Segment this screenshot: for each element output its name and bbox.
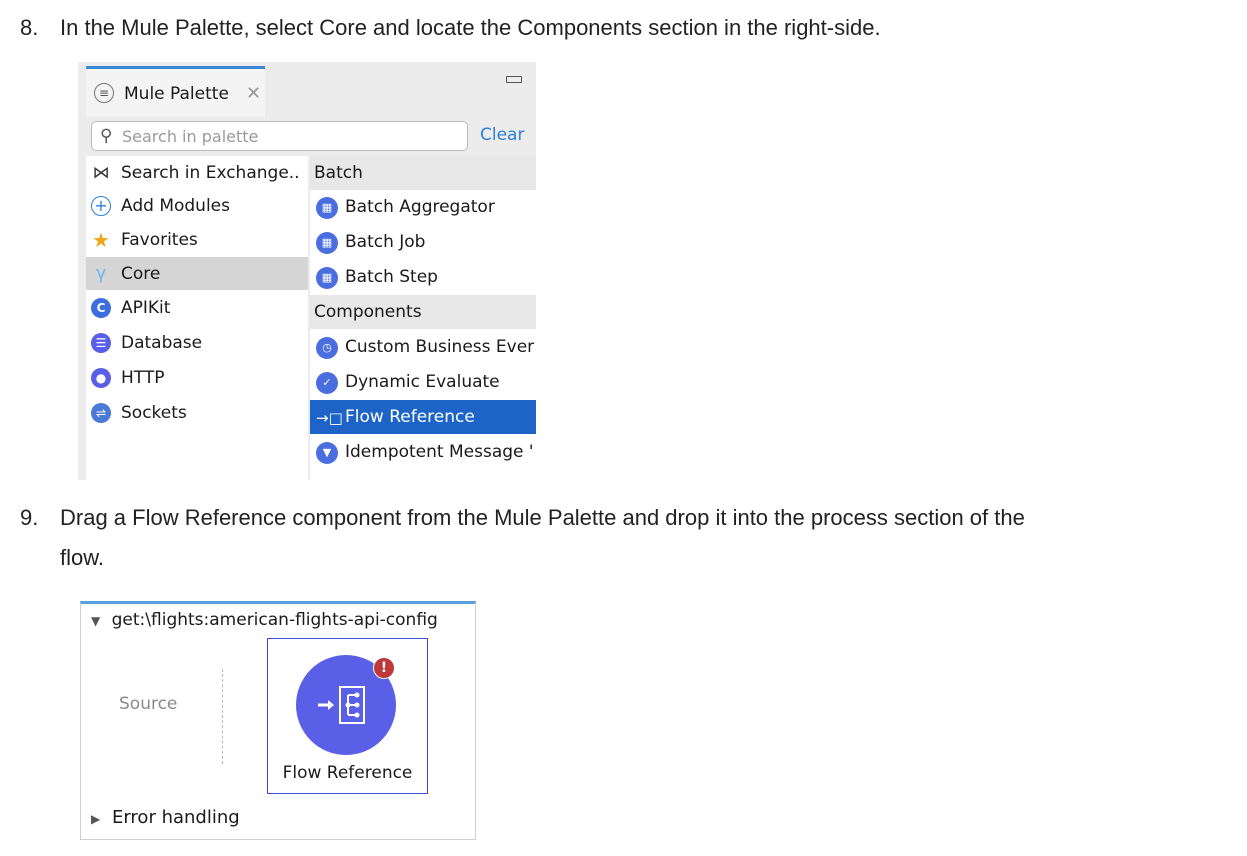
source-label: Source xyxy=(119,694,178,714)
database-icon: ☰ xyxy=(91,333,111,353)
error-handling-toggle[interactable]: ▶ Error handling xyxy=(91,807,240,828)
palette-category-list: ⋈ Search in Exchange.. + Add Modules ★ F… xyxy=(86,156,308,480)
category-label: Add Modules xyxy=(121,196,230,216)
category-label: Sockets xyxy=(121,403,187,423)
palette-search[interactable]: ⚲ xyxy=(91,121,468,151)
clear-button[interactable]: Clear xyxy=(480,125,524,145)
category-label: Favorites xyxy=(121,230,198,250)
component-label: Dynamic Evaluate xyxy=(345,372,500,392)
palette-component-list: Batch ▦ Batch Aggregator ▦ Batch Job ▦ B… xyxy=(310,156,536,480)
category-sockets[interactable]: ⇌ Sockets xyxy=(86,396,308,429)
source-divider xyxy=(222,669,223,764)
exchange-icon: ⋈ xyxy=(92,163,110,183)
plus-circle-icon: + xyxy=(91,196,111,216)
flow-canvas-screenshot: ▼ get:\flights:american-flights-api-conf… xyxy=(80,601,476,840)
section-header-batch: Batch xyxy=(310,156,536,190)
section-label: Components xyxy=(314,302,422,322)
component-label: Idempotent Message ' xyxy=(345,442,534,462)
component-label: Flow Reference xyxy=(282,763,413,783)
flow-name: get:\flights:american-flights-api-config xyxy=(111,610,438,630)
component-batch-job[interactable]: ▦ Batch Job xyxy=(310,225,536,259)
category-http[interactable]: ● HTTP xyxy=(86,361,308,394)
business-event-icon: ◷ xyxy=(316,337,338,359)
category-label: Search in Exchange.. xyxy=(121,163,300,183)
search-input[interactable] xyxy=(122,125,452,147)
apikit-icon: C xyxy=(91,298,111,318)
category-label: Core xyxy=(121,264,161,284)
component-label: Batch Job xyxy=(345,232,426,252)
filter-icon: ▼ xyxy=(316,442,338,464)
category-label: Database xyxy=(121,333,203,353)
minimize-icon[interactable] xyxy=(506,76,522,83)
component-idempotent-message[interactable]: ▼ Idempotent Message ' xyxy=(310,435,536,469)
component-dynamic-evaluate[interactable]: ✓ Dynamic Evaluate xyxy=(310,365,536,399)
category-label: HTTP xyxy=(121,368,165,388)
mule-palette-tab[interactable]: ≡ Mule Palette ✕ xyxy=(86,66,265,117)
category-database[interactable]: ☰ Database xyxy=(86,326,308,359)
flow-header[interactable]: ▼ get:\flights:american-flights-api-conf… xyxy=(91,610,438,630)
error-badge-icon[interactable]: ! xyxy=(373,657,395,679)
step-text: In the Mule Palette, select Core and loc… xyxy=(60,15,881,40)
step-text-continued: flow. xyxy=(60,545,105,570)
batch-aggregator-icon: ▦ xyxy=(316,197,338,219)
batch-step-icon: ▦ xyxy=(316,267,338,289)
error-handling-label: Error handling xyxy=(111,807,240,828)
mule-core-icon: γ xyxy=(95,263,107,284)
batch-job-icon: ▦ xyxy=(316,232,338,254)
expand-triangle-icon: ▶ xyxy=(91,812,101,826)
component-label: Flow Reference xyxy=(345,407,475,427)
component-label: Batch Step xyxy=(345,267,438,287)
star-icon: ★ xyxy=(92,228,110,252)
category-favorites[interactable]: ★ Favorites xyxy=(86,223,308,256)
http-icon: ● xyxy=(91,368,111,388)
flow-reference-component[interactable]: ! Flow Reference xyxy=(267,638,428,794)
category-core[interactable]: γ Core xyxy=(86,257,308,290)
section-label: Batch xyxy=(314,163,363,183)
component-flow-reference[interactable]: →□ Flow Reference xyxy=(310,400,536,434)
category-search-exchange[interactable]: ⋈ Search in Exchange.. xyxy=(86,156,308,189)
tab-title: Mule Palette xyxy=(124,84,229,104)
step-number: 9. xyxy=(20,505,39,530)
component-label: Batch Aggregator xyxy=(345,197,495,217)
category-apikit[interactable]: C APIKit xyxy=(86,291,308,324)
component-label: Custom Business Ever xyxy=(345,337,535,357)
mule-palette-screenshot: ≡ Mule Palette ✕ ⚲ Clear ⋈ Search in Exc… xyxy=(78,62,536,480)
dynamic-evaluate-icon: ✓ xyxy=(316,372,338,394)
component-custom-business-event[interactable]: ◷ Custom Business Ever xyxy=(310,330,536,364)
close-icon[interactable]: ✕ xyxy=(246,83,261,104)
sockets-icon: ⇌ xyxy=(91,403,111,423)
component-batch-step[interactable]: ▦ Batch Step xyxy=(310,260,536,294)
category-add-modules[interactable]: + Add Modules xyxy=(86,189,308,222)
menu-icon: ≡ xyxy=(94,83,114,103)
step-number: 8. xyxy=(20,15,39,40)
collapse-triangle-icon[interactable]: ▼ xyxy=(91,614,100,628)
flow-reference-icon: →□ xyxy=(316,409,343,427)
search-icon: ⚲ xyxy=(100,126,113,146)
section-header-components: Components xyxy=(310,295,536,329)
component-batch-aggregator[interactable]: ▦ Batch Aggregator xyxy=(310,190,536,224)
step-text: Drag a Flow Reference component from the… xyxy=(60,505,1025,530)
category-label: APIKit xyxy=(121,298,171,318)
